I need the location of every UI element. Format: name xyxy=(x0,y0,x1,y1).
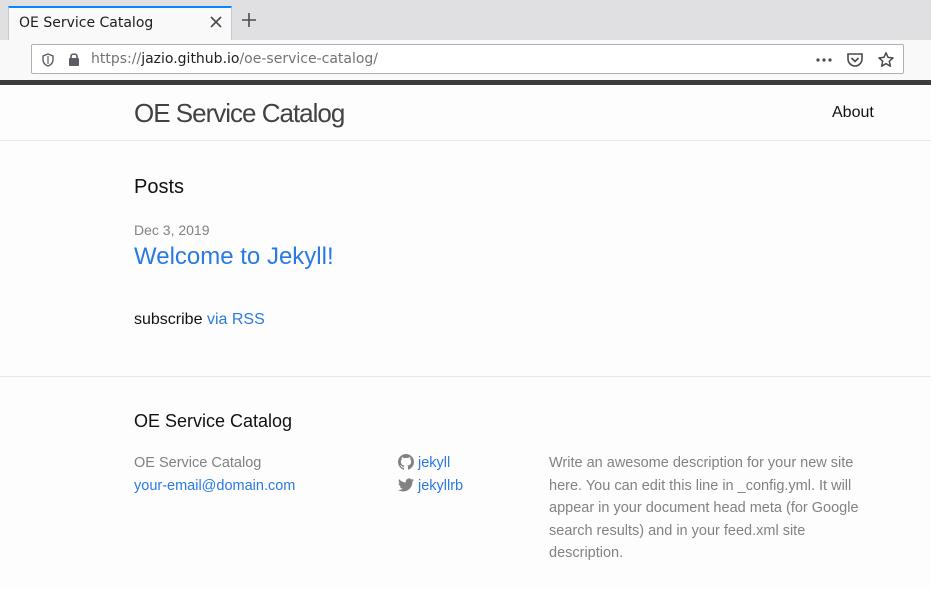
post-list-heading: Posts xyxy=(134,176,185,198)
more-icon[interactable] xyxy=(815,51,833,69)
bookmark-star-icon[interactable] xyxy=(877,51,895,69)
shield-icon[interactable] xyxy=(41,52,55,67)
twitter-link[interactable]: jekyllrb xyxy=(398,475,463,498)
post-title-link[interactable]: Welcome to Jekyll! xyxy=(134,243,334,271)
url-actions xyxy=(807,51,895,69)
site-header: OE Service Catalog About xyxy=(0,85,931,141)
url-host: jazio.github.io xyxy=(141,51,240,67)
footer-social: jekyll jekyllrb xyxy=(398,452,463,498)
footer-contact: OE Service Catalog your-email@domain.com xyxy=(134,452,295,498)
github-icon xyxy=(398,454,414,470)
new-tab-icon[interactable] xyxy=(241,12,257,28)
footer-site-name: OE Service Catalog xyxy=(134,455,262,471)
navigation-toolbar: https://jazio.github.io/oe-service-catal… xyxy=(0,40,931,80)
nav-about-link[interactable]: About xyxy=(832,104,874,122)
lock-icon[interactable] xyxy=(67,51,81,67)
url-text[interactable]: https://jazio.github.io/oe-service-catal… xyxy=(91,51,378,67)
github-link[interactable]: jekyll xyxy=(398,452,463,475)
post-date: Dec 3, 2019 xyxy=(134,222,210,238)
active-tab[interactable]: OE Service Catalog xyxy=(8,6,232,40)
footer-description: Write an awesome description for your ne… xyxy=(549,455,859,561)
twitter-icon xyxy=(398,478,414,492)
pocket-icon[interactable] xyxy=(846,51,864,69)
close-icon[interactable] xyxy=(209,14,223,28)
tab-strip: OE Service Catalog xyxy=(0,0,931,42)
site-title-link[interactable]: OE Service Catalog xyxy=(134,98,345,129)
rss-prefix: subscribe xyxy=(134,311,203,328)
footer-heading: OE Service Catalog xyxy=(134,411,293,431)
github-label: jekyll xyxy=(418,455,451,471)
site-footer: OE Service Catalog OE Service Catalog yo… xyxy=(0,376,931,589)
tab-title: OE Service Catalog xyxy=(19,15,154,31)
twitter-label: jekyllrb xyxy=(418,478,464,494)
footer-email-link[interactable]: your-email@domain.com xyxy=(134,478,295,494)
url-path: /oe-service-catalog/ xyxy=(239,51,379,67)
rss-subscribe: subscribe via RSS xyxy=(134,311,265,329)
url-bar[interactable]: https://jazio.github.io/oe-service-catal… xyxy=(31,44,904,74)
rss-link[interactable]: via RSS xyxy=(207,311,265,328)
url-scheme: https:// xyxy=(91,51,142,67)
